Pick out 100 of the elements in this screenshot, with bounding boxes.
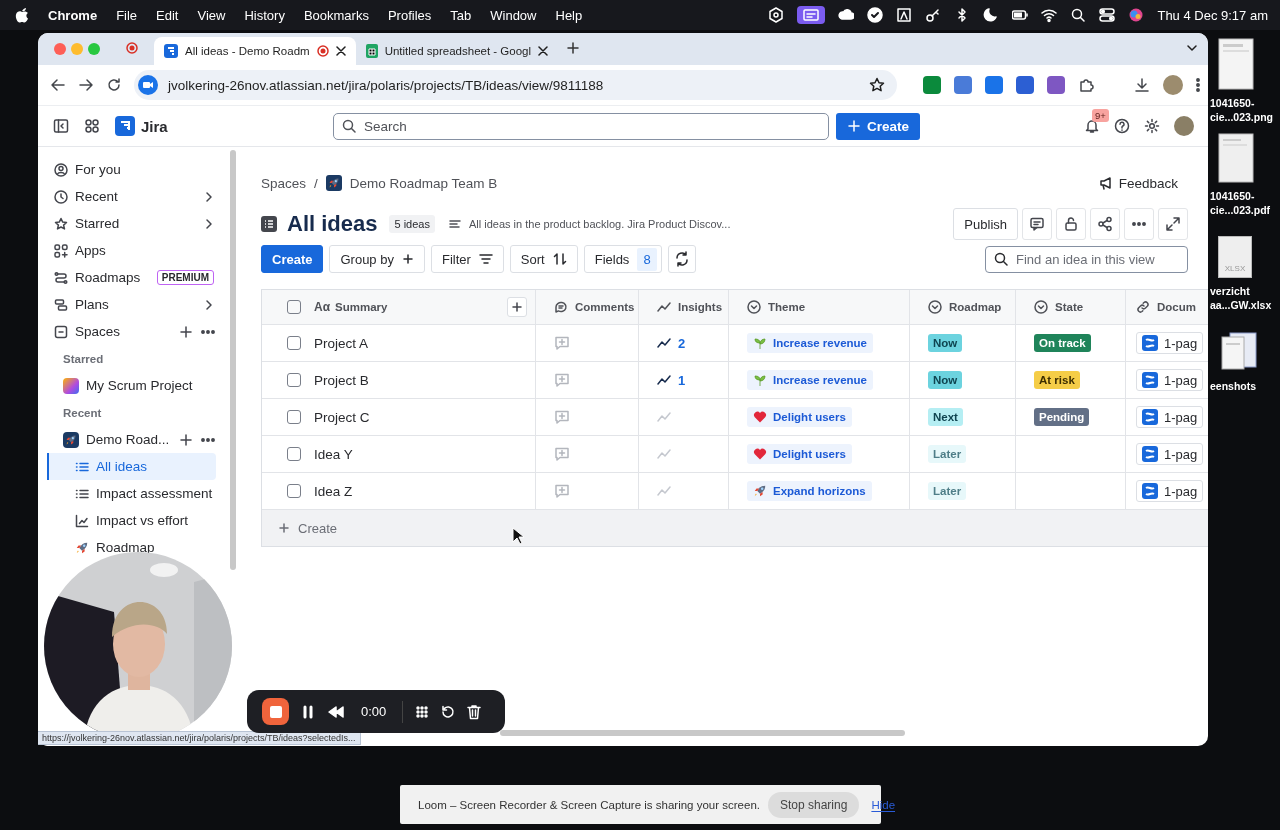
file-name[interactable]: eenshots	[1210, 379, 1257, 393]
screen-share-indicator[interactable]	[797, 6, 826, 24]
theme-tag[interactable]: Delight users	[747, 444, 852, 464]
column-header[interactable]: Insights	[678, 301, 723, 313]
new-tab-icon[interactable]	[566, 40, 581, 55]
menu-item[interactable]: Profiles	[387, 7, 432, 23]
search-field[interactable]: Search	[333, 112, 829, 140]
browser-tab[interactable]: All ideas - Demo Roadm	[154, 37, 356, 65]
status-lozenge[interactable]: At risk	[1034, 371, 1080, 389]
file-name[interactable]: 1041650- cie...023.png	[1210, 96, 1274, 124]
fullscreen-button[interactable]	[1158, 208, 1188, 240]
fields-button[interactable]: Fields 8	[583, 245, 662, 273]
scrollbar[interactable]	[230, 150, 236, 570]
stop-recording-button[interactable]	[262, 698, 289, 725]
column-header[interactable]: Docum	[1157, 301, 1196, 313]
framed-icon[interactable]	[896, 7, 913, 23]
download-icon[interactable]	[1134, 77, 1150, 93]
sidebar-item[interactable]: Recent	[38, 183, 224, 210]
profile-avatar[interactable]	[1163, 75, 1183, 95]
document-link[interactable]: 1-pag	[1136, 480, 1204, 502]
close-icon[interactable]	[538, 46, 549, 56]
add-column-button[interactable]	[507, 297, 527, 317]
control-center-icon[interactable]	[1099, 7, 1116, 23]
file-name[interactable]: verzicht aa...GW.xlsx	[1210, 284, 1272, 312]
column-header[interactable]: Summary	[335, 301, 388, 313]
autofill-button[interactable]	[667, 245, 696, 273]
browser-tab[interactable]: Untitled spreadsheet - Googl	[355, 37, 559, 65]
menu-item[interactable]: Window	[490, 7, 537, 23]
sidebar-item[interactable]: Impact assessment	[38, 480, 216, 507]
cloud-icon[interactable]	[838, 7, 855, 23]
product-home-link[interactable]: Jira	[115, 116, 168, 136]
sidebar-item[interactable]: Starred	[38, 210, 224, 237]
document-link[interactable]: 1-pag	[1136, 406, 1204, 428]
menu-item[interactable]: Edit	[156, 7, 179, 23]
add-icon[interactable]	[179, 432, 193, 447]
sidebar-toggle-icon[interactable]	[53, 118, 69, 134]
document-link[interactable]: 1-pag	[1136, 443, 1204, 465]
idea-title[interactable]: Project B	[314, 372, 369, 388]
user-avatar[interactable]	[1174, 116, 1194, 136]
notifications-icon[interactable]	[1084, 118, 1100, 134]
idea-title[interactable]: Project A	[314, 335, 369, 351]
publish-button[interactable]: Publish	[953, 208, 1018, 240]
extension-icon[interactable]	[954, 76, 972, 94]
checkbox[interactable]	[287, 447, 301, 461]
checkbox[interactable]	[287, 300, 301, 314]
sidebar-item[interactable]: All ideas	[47, 453, 216, 480]
document-link[interactable]: 1-pag	[1136, 332, 1204, 354]
insight-count[interactable]: 2	[678, 335, 686, 351]
theme-tag[interactable]: Increase revenue	[747, 333, 873, 353]
roadmap-tag[interactable]: Later	[928, 445, 967, 463]
roadmap-tag[interactable]: Next	[928, 408, 963, 426]
app-switcher-icon[interactable]	[84, 118, 100, 134]
recording-icon[interactable]	[316, 45, 329, 57]
feedback-button[interactable]: Feedback	[1098, 175, 1178, 191]
idea-title[interactable]: Idea Z	[314, 483, 353, 499]
add-icon[interactable]	[179, 324, 193, 339]
moon-icon[interactable]	[983, 7, 1000, 23]
rewind-icon[interactable]	[327, 704, 345, 719]
theme-tag[interactable]: Expand horizons	[747, 481, 872, 501]
roadmap-tag[interactable]: Later	[928, 482, 967, 500]
theme-tag[interactable]: Increase revenue	[747, 370, 873, 390]
breadcrumb-link[interactable]: Demo Roadmap Team B	[349, 175, 498, 191]
sidebar-item[interactable]: Demo Road...	[38, 426, 224, 453]
status-lozenge[interactable]: Pending	[1034, 408, 1090, 426]
insight-count[interactable]: 1	[678, 372, 686, 388]
theme-tag[interactable]: Delight users	[747, 407, 852, 427]
comments-button[interactable]	[1022, 208, 1052, 240]
filter-button[interactable]: Filter	[430, 245, 504, 273]
search-icon[interactable]	[1070, 7, 1087, 23]
sort-button[interactable]: Sort	[509, 245, 578, 273]
hexagon-icon[interactable]	[768, 7, 785, 23]
sidebar-item[interactable]: For you	[38, 156, 224, 183]
image-file-icon[interactable]	[1218, 38, 1254, 90]
column-header[interactable]: State	[1055, 301, 1084, 313]
settings-icon[interactable]	[1144, 118, 1160, 134]
menu-icon[interactable]	[1196, 77, 1200, 93]
create-button[interactable]: Create	[836, 112, 921, 140]
status-lozenge[interactable]: On track	[1034, 334, 1091, 352]
battery-icon[interactable]	[1012, 7, 1029, 23]
column-header[interactable]: Theme	[768, 301, 806, 313]
close-icon[interactable]	[335, 46, 346, 56]
scrollbar[interactable]	[500, 730, 905, 736]
extension-icon[interactable]	[923, 76, 941, 94]
help-icon[interactable]	[1114, 118, 1130, 134]
stop-sharing-button[interactable]: Stop sharing	[768, 791, 860, 818]
extension-icon[interactable]	[985, 76, 1003, 94]
orb-icon[interactable]	[1128, 7, 1145, 23]
extension-icon[interactable]	[1047, 76, 1065, 94]
sidebar-item[interactable]: Plans	[38, 291, 224, 318]
star-icon[interactable]	[869, 77, 885, 93]
sidebar-item[interactable]: Roadmap	[38, 534, 216, 561]
menu-item[interactable]: History	[244, 7, 285, 23]
sidebar-item[interactable]: My Scrum Project	[38, 372, 224, 399]
sidebar-item[interactable]: Impact vs effort	[38, 507, 216, 534]
check-circle-icon[interactable]	[867, 7, 884, 23]
reload-icon[interactable]	[106, 77, 122, 93]
document-link[interactable]: 1-pag	[1136, 369, 1204, 391]
share-button[interactable]	[1090, 208, 1120, 240]
recording-icon[interactable]	[126, 41, 138, 54]
breadcrumb-link[interactable]: Spaces	[261, 175, 307, 191]
